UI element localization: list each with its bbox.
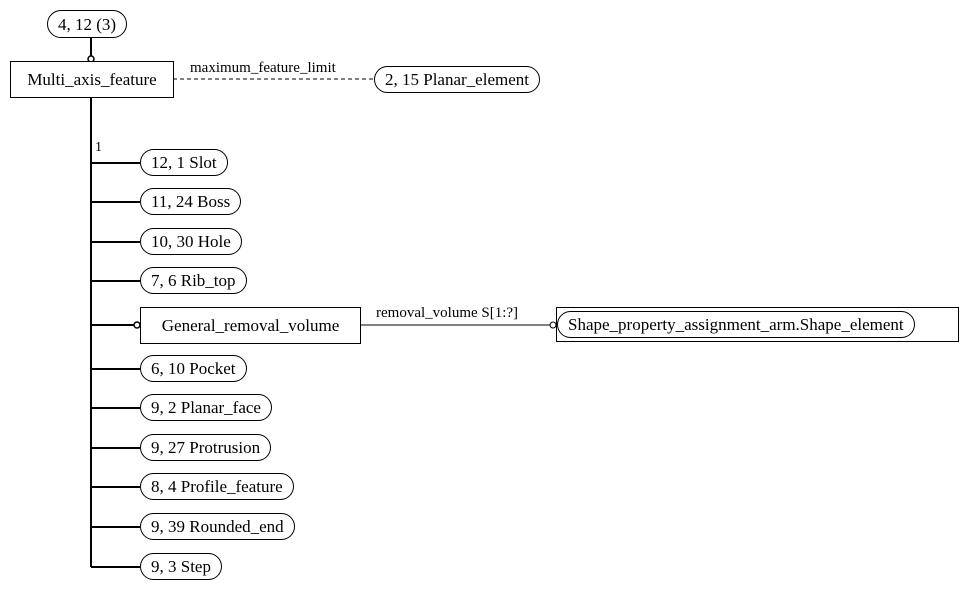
subtype-label: 12, 1 Slot: [151, 153, 217, 172]
subtype-label: General_removal_volume: [161, 316, 340, 335]
parent-reference-node[interactable]: 4, 12 (3): [47, 10, 128, 38]
planar-element-label: 2, 15 Planar_element: [385, 70, 529, 89]
subtype-node[interactable]: 11, 24 Boss: [140, 188, 242, 215]
cardinality-label: 1: [95, 140, 102, 155]
subtype-label: 9, 2 Planar_face: [151, 398, 261, 417]
subtype-node[interactable]: 9, 3 Step: [140, 553, 222, 580]
subtype-node[interactable]: 9, 2 Planar_face: [140, 394, 272, 421]
removal-relation-label: removal_volume S[1:?]: [376, 305, 519, 321]
shape-element-label: Shape_property_assignment_arm.Shape_elem…: [568, 315, 904, 334]
subtype-node[interactable]: 10, 30 Hole: [140, 228, 242, 255]
subtype-label: 9, 39 Rounded_end: [151, 517, 284, 536]
subtype-node[interactable]: 9, 39 Rounded_end: [140, 513, 295, 540]
subtype-label: 11, 24 Boss: [151, 192, 231, 211]
dashed-relation-label: maximum_feature_limit: [190, 60, 336, 76]
subtype-node[interactable]: 7, 6 Rib_top: [140, 267, 247, 294]
subtype-label: 10, 30 Hole: [151, 232, 231, 251]
main-entity-label: Multi_axis_feature: [27, 70, 157, 89]
subtype-node[interactable]: 9, 27 Protrusion: [140, 434, 272, 461]
subtype-node[interactable]: 6, 10 Pocket: [140, 355, 247, 382]
parent-reference-label: 4, 12 (3): [58, 14, 117, 34]
subtype-label: 9, 3 Step: [151, 557, 211, 576]
subtype-label: 7, 6 Rib_top: [151, 271, 236, 290]
subtype-label: 6, 10 Pocket: [151, 359, 236, 378]
subtype-node[interactable]: 12, 1 Slot: [140, 149, 228, 176]
main-entity-box[interactable]: Multi_axis_feature: [10, 61, 174, 98]
planar-element-node[interactable]: 2, 15 Planar_element: [374, 66, 540, 93]
subtype-node[interactable]: 8, 4 Profile_feature: [140, 473, 294, 500]
general-removal-volume-box[interactable]: General_removal_volume: [140, 307, 361, 344]
subtype-label: 8, 4 Profile_feature: [151, 477, 283, 496]
subtype-label: 9, 27 Protrusion: [151, 438, 261, 457]
shape-element-node[interactable]: Shape_property_assignment_arm.Shape_elem…: [557, 311, 915, 338]
